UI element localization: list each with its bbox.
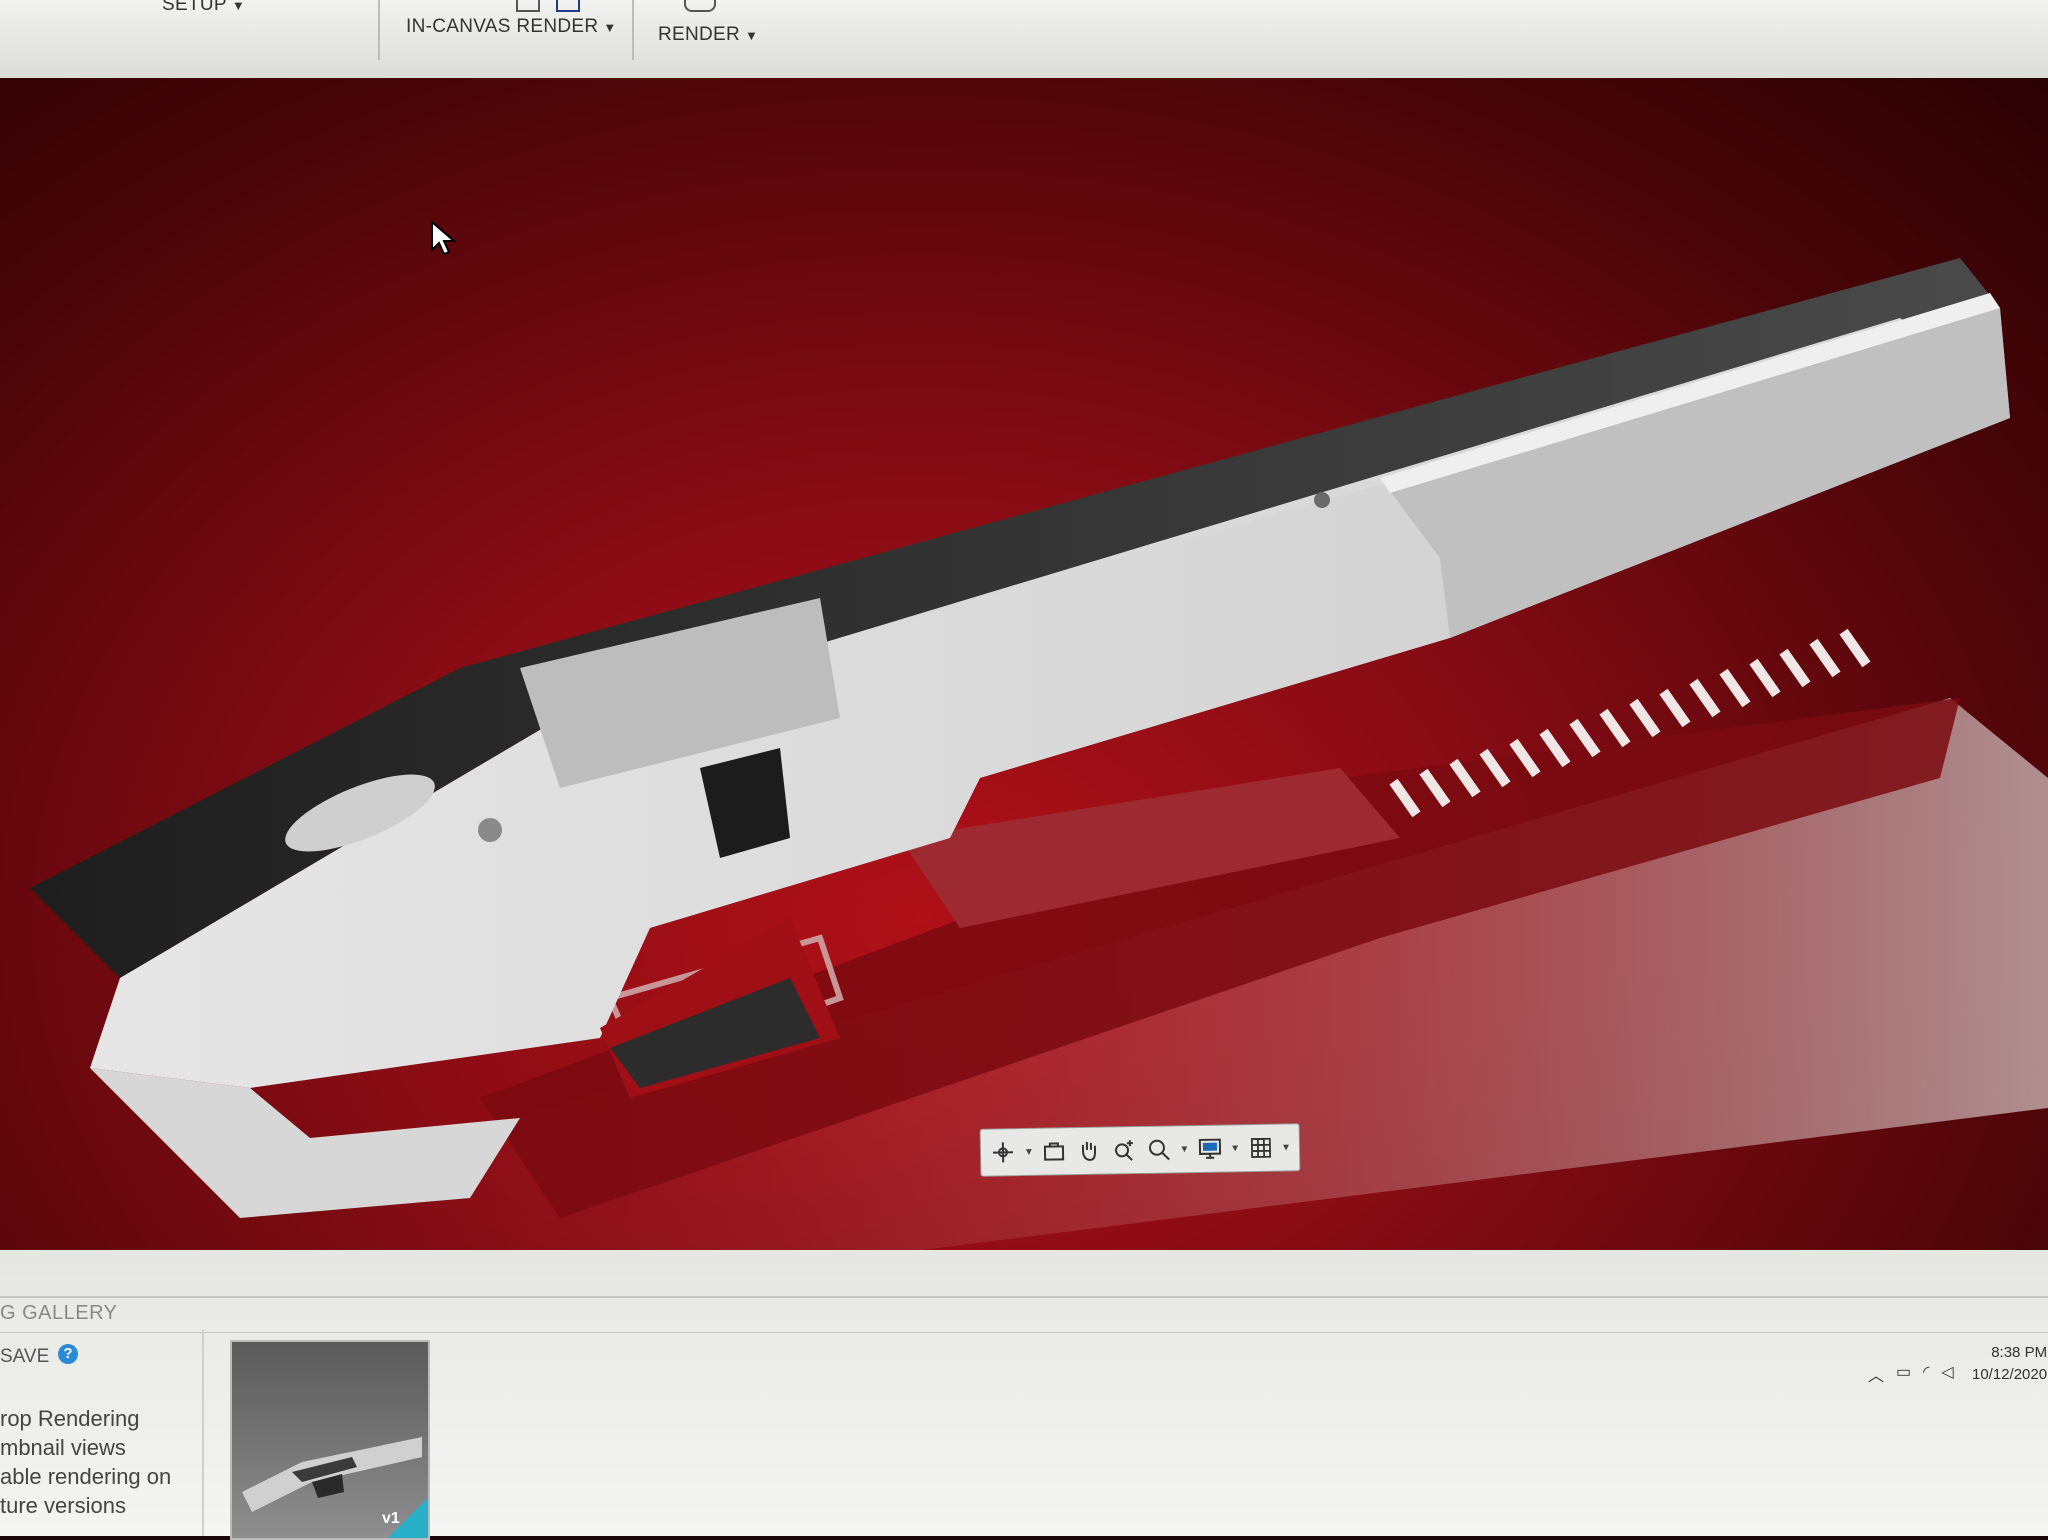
description-line: able rendering on [0,1464,172,1489]
chevron-down-icon: ▼ [231,0,246,13]
save-option-label[interactable]: SAVE [0,1346,49,1368]
wifi-icon[interactable]: ◜ [1923,1362,1929,1386]
battery-icon[interactable]: ▭ [1896,1362,1911,1386]
pin-hole [478,818,502,842]
chevron-down-icon[interactable]: ▼ [1230,1143,1240,1154]
render-thumbnail[interactable]: v1 [230,1340,430,1540]
rendered-model [30,258,2048,1278]
description-line: ture versions [0,1493,126,1518]
system-tray-icons: ︿ ▭ ◜ ◁ [1868,1362,1954,1386]
zoom-icon[interactable] [1109,1135,1138,1165]
pin-hole [1314,492,1330,508]
pan-icon[interactable] [1074,1136,1103,1167]
thumbnail-version: v1 [382,1510,400,1527]
system-clock[interactable]: 8:38 PM 10/12/2020 [1972,1342,2047,1386]
tab-in-canvas-render-label: IN-CANVAS RENDER [406,16,599,37]
tab-setup-label: SETUP [162,0,227,15]
tab-in-canvas-render[interactable]: IN-CANVAS RENDER ▼ [406,16,617,38]
lower-receiver [90,1068,520,1218]
ribbon-divider [378,0,380,60]
chevron-down-icon[interactable]: ▼ [1281,1142,1291,1153]
display-settings-icon[interactable] [1195,1134,1224,1165]
volume-icon[interactable]: ◁ [1941,1362,1953,1386]
gallery-header-bar [0,1296,2048,1333]
panel-divider [202,1330,204,1536]
chevron-down-icon: ▼ [745,28,759,43]
help-icon[interactable]: ? [58,1344,78,1364]
chevron-down-icon: ▼ [603,20,617,35]
description-line: rop Rendering [0,1406,140,1431]
tab-setup[interactable]: SETUP ▼ [162,0,245,16]
render-icon[interactable] [684,0,716,12]
ribbon-divider [632,0,634,60]
mouse-pointer-icon [431,220,456,256]
toolbar-ribbon: SETUP ▼ IN-CANVAS RENDER ▼ RENDER ▼ [0,0,2048,80]
tab-render-label: RENDER [658,24,741,45]
viewport-nav-toolbar: ▼ ▼ ▼ ▼ [979,1123,1301,1177]
tab-render[interactable]: RENDER ▼ [658,24,758,46]
description-line: mbnail views [0,1435,126,1460]
render-canvas[interactable] [0,78,2048,1278]
gallery-description: rop Rendering mbnail views able renderin… [0,1404,171,1520]
chevron-down-icon[interactable]: ▼ [1179,1144,1189,1155]
clock-date: 10/12/2020 [1972,1366,2048,1383]
render-start-icon[interactable] [556,0,580,12]
clock-time: 8:38 PM [1991,1344,2048,1361]
chevron-up-icon[interactable]: ︿ [1868,1362,1884,1386]
look-at-icon[interactable] [1040,1136,1069,1166]
chevron-down-icon[interactable]: ▼ [1024,1146,1034,1157]
fit-icon[interactable] [1144,1134,1173,1164]
gallery-title: G GALLERY [0,1302,118,1324]
render-setting-icon[interactable] [516,0,540,12]
orbit-icon[interactable] [989,1137,1018,1168]
grid-icon[interactable] [1246,1133,1275,1163]
